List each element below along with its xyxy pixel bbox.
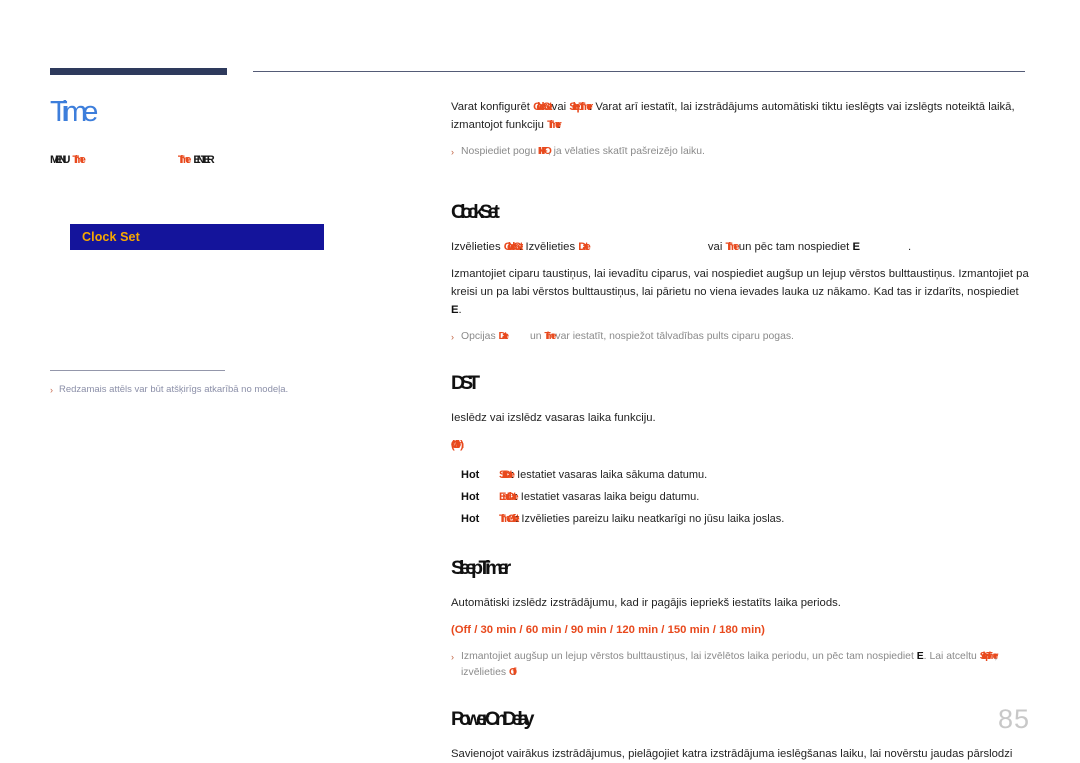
page-number: 85 <box>997 704 1030 734</box>
left-column: Time MENU Time Time ENTER <box>50 95 420 167</box>
sleep-timer-bullet-text: Izmantojiet augšup un lejup vērstos bult… <box>461 649 1029 681</box>
dst-sub-text-0: Start Date: Iestatiet vasaras laika sāku… <box>499 464 1029 486</box>
clock-set-l1-p1: Izvēlieties <box>451 241 504 253</box>
clock-set-bullet-text: Opcijas Date un Time var iestatīt, nospi… <box>461 329 1029 345</box>
clock-set-line1: Izvēlieties Clock Set. Izvēlieties Date … <box>451 238 1029 256</box>
clock-set-body-end: . <box>458 304 462 316</box>
intro-part4: . <box>557 119 561 131</box>
clock-set-body-kw-enter: E <box>451 304 459 316</box>
sleep-timer-options: (Off / 30 min / 60 min / 90 min / 120 mi… <box>451 621 1029 639</box>
clock-set-l1-p4: un pēc tam nospiediet <box>735 241 853 253</box>
intro-paragraph: Varat konfigurēt Clock Set vai Sleep Tim… <box>451 98 1029 134</box>
breadcrumb: MENU Time Time ENTER <box>50 153 420 167</box>
intro-bullet-keyword-info: INFO <box>539 146 552 157</box>
breadcrumb-path-2: Time <box>177 154 192 166</box>
intro-part1: Varat konfigurēt <box>451 101 534 113</box>
cs-b-p2: un <box>527 331 545 342</box>
section-heading-sleep-timer-text: Sleep Timer <box>451 557 511 579</box>
st-b-p1: Izmantojiet augšup un lejup vērstos bult… <box>461 651 917 662</box>
cs-b-kw-date: Date <box>498 331 509 342</box>
power-on-delay-body: Savienojot vairākus izstrādājumus, pielā… <box>451 748 1013 760</box>
dst-sub-desc-2: : Izvēlieties pareizu laiku neatkarīgi n… <box>515 513 785 525</box>
dst-sub-hot-2: Hot <box>461 513 480 525</box>
dst-body: Ieslēdz vai izslēdz vasaras laika funkci… <box>451 412 656 424</box>
clock-set-l1-p2: . Izvēlieties <box>519 241 579 253</box>
clock-set-body: Izmantojiet ciparu taustiņus, lai ievadī… <box>451 265 1029 319</box>
clock-set-bullet: › Opcijas Date un Time var iestatīt, nos… <box>451 329 1029 345</box>
intro-keyword-timer: Timer <box>547 119 561 131</box>
page-title-text: Time <box>50 96 98 128</box>
section-heading-power-on-delay-text: Power On Delay <box>451 708 534 730</box>
dst-sub-label-start-date: Start Date <box>499 469 515 481</box>
intro-bullet: › Nospiediet pogu INFO, ja vēlaties skat… <box>451 144 1029 160</box>
intro-bullet-part1: Nospiediet pogu <box>461 146 539 157</box>
section-heading-sleep-timer: Sleep Timer <box>451 556 1029 580</box>
page-title: Time <box>50 95 420 131</box>
cs-b-kw-time: Time <box>544 331 556 342</box>
manual-page: Time MENU Time Time ENTER Clock Set › Redza… <box>0 0 1080 763</box>
dst-sub-item: Hot Start Date: Iestatiet vasaras laika … <box>451 464 1029 486</box>
dst-sub-item: Hot Time Offset: Izvēlieties pareizu lai… <box>451 508 1029 530</box>
note-text: Redzamais attēls var būt atšķirīgs atkar… <box>59 384 289 395</box>
intro-keyword-clock-set: Clock Set <box>533 101 553 113</box>
section-heading-dst-text: DST <box>451 372 480 394</box>
intro-bullet-part2: , ja vēlaties skatīt pašreizējo laiku. <box>547 146 705 157</box>
cs-b-p1: Opcijas <box>461 331 499 342</box>
dst-sub-items: Hot Start Date: Iestatiet vasaras laika … <box>451 464 1029 530</box>
section-heading-power-on-delay: Power On Delay <box>451 707 1029 731</box>
breadcrumb-path: Time <box>72 154 86 166</box>
st-b-p2: . Lai atceltu <box>923 651 980 662</box>
dst-sub-desc-0: : Iestatiet vasaras laika sākuma datumu. <box>510 469 708 481</box>
clock-set-kw-time: Time <box>725 241 739 253</box>
dst-sub-label-end-date: End Date <box>499 491 519 503</box>
osd-screenshot-mock: Clock Set <box>70 224 324 250</box>
dst-sub-hot-1: Hot <box>461 491 480 503</box>
sleep-timer-body: Automātiski izslēdz izstrādājumu, kad ir… <box>451 597 841 609</box>
right-column: Varat konfigurēt Clock Set vai Sleep Tim… <box>451 98 1029 763</box>
dst-sub-item: Hot End Date: Iestatiet vasaras laika be… <box>451 486 1029 508</box>
chevron-bullet-icon: › <box>451 147 454 157</box>
dst-sub-desc-1: : Iestatiet vasaras laika beigu datumu. <box>514 491 700 503</box>
clock-set-kw-clock-set: Clock Set <box>503 241 524 253</box>
header-accent-bar <box>50 68 227 75</box>
clock-set-kw-enter: E <box>852 241 861 253</box>
intro-bullet-text: Nospiediet pogu INFO, ja vēlaties skatīt… <box>461 144 1029 160</box>
cs-b-p3: var iestatīt, nospiežot tālvadības pults… <box>552 331 794 342</box>
section-heading-clock-set: Clock Set <box>451 200 1029 224</box>
dst-sub-hot-0: Hot <box>461 469 480 481</box>
chevron-bullet-icon: › <box>451 652 454 662</box>
sleep-timer-options-text: (Off / 30 min / 60 min / 90 min / 120 mi… <box>451 624 765 636</box>
section-heading-clock-set-text: Clock Set <box>451 201 500 223</box>
clock-set-l1-p3: vai <box>704 241 726 253</box>
intro-part2: vai <box>548 101 570 113</box>
sleep-timer-bullet: › Izmantojiet augšup un lejup vērstos bu… <box>451 649 1029 681</box>
dst-options: (Off / On) <box>451 436 1029 454</box>
intro-keyword-sleep-timer: Sleep Timer <box>569 101 593 113</box>
st-b-p4: . <box>511 667 515 678</box>
clock-set-kw-date: Date <box>578 241 590 253</box>
dst-sub-text-2: Time Offset: Izvēlieties pareizu laiku n… <box>499 508 1029 530</box>
model-note: › Redzamais attēls var būt atšķirīgs atk… <box>50 383 410 397</box>
st-b-kw-sleep-timer: Sleep Timer <box>979 651 999 662</box>
dst-sub-label-time-offset: Time Offset <box>499 513 519 525</box>
breadcrumb-menu: MENU <box>50 154 70 166</box>
note-bullet-icon: › <box>50 385 53 395</box>
note-divider <box>50 370 225 371</box>
clock-set-l1-p5: . <box>908 241 912 253</box>
st-b-kw-enter: E <box>916 651 924 662</box>
osd-menu-item-clock-set: Clock Set <box>82 230 140 244</box>
breadcrumb-enter: ENTER <box>193 154 214 166</box>
dst-sub-text-1: End Date: Iestatiet vasaras laika beigu … <box>499 486 1029 508</box>
section-heading-dst: DST <box>451 371 1029 395</box>
clock-set-body-text: Izmantojiet ciparu taustiņus, lai ievadī… <box>451 268 1029 298</box>
chevron-bullet-icon: › <box>451 332 454 342</box>
header-rule <box>253 71 1025 72</box>
dst-options-text: (Off / On) <box>451 439 464 451</box>
